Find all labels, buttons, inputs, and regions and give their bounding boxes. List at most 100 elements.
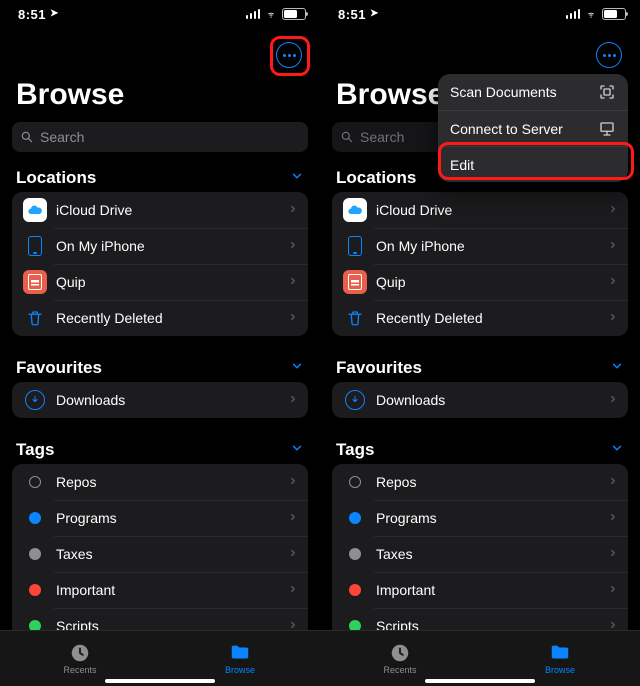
trash-icon <box>342 309 368 327</box>
chevron-right-icon <box>288 310 298 326</box>
chevron-down-icon <box>290 440 304 460</box>
tab-bar: Recents Browse <box>320 630 640 686</box>
menu-scan-documents[interactable]: Scan Documents <box>438 74 628 110</box>
more-button[interactable] <box>276 42 302 68</box>
quip-icon <box>343 270 367 294</box>
scan-icon <box>598 83 616 101</box>
chevron-right-icon <box>608 510 618 526</box>
tab-bar: Recents Browse <box>0 630 320 686</box>
iphone-icon <box>28 236 42 256</box>
chevron-down-icon <box>290 168 304 188</box>
tag-repos[interactable]: Repos <box>12 464 308 500</box>
tab-recents[interactable]: Recents <box>320 631 480 686</box>
tag-scripts[interactable]: Scripts <box>12 608 308 630</box>
section-header-tags[interactable]: Tags <box>12 434 308 464</box>
server-icon <box>598 120 616 138</box>
tag-color-icon <box>29 512 41 524</box>
home-indicator <box>425 679 535 683</box>
tags-list: Repos Programs Taxes Important <box>332 464 628 630</box>
tag-important[interactable]: Important <box>12 572 308 608</box>
menu-edit[interactable]: Edit <box>438 146 628 182</box>
clock-icon <box>389 642 411 664</box>
wifi-icon <box>584 9 598 19</box>
more-button[interactable] <box>596 42 622 68</box>
chevron-down-icon <box>290 358 304 378</box>
favourites-list: Downloads <box>332 382 628 418</box>
location-icon: ➤ <box>50 8 59 19</box>
location-recently-deleted[interactable]: Recently Deleted <box>12 300 308 336</box>
battery-icon <box>282 8 306 20</box>
wifi-icon <box>264 9 278 19</box>
search-icon <box>20 130 34 144</box>
chevron-right-icon <box>608 202 618 218</box>
status-time: 8:51 <box>338 7 366 22</box>
tag-color-icon <box>349 548 361 560</box>
more-menu: Scan Documents Connect to Server Edit <box>438 74 628 182</box>
right-screenshot: 8:51 ➤ Scan Documents Connect to Server <box>320 0 640 686</box>
tag-important[interactable]: Important <box>332 572 628 608</box>
search-icon <box>340 130 354 144</box>
tag-scripts[interactable]: Scripts <box>332 608 628 630</box>
clock-icon <box>69 642 91 664</box>
location-icloud-drive[interactable]: iCloud Drive <box>332 192 628 228</box>
tab-recents[interactable]: Recents <box>0 631 160 686</box>
chevron-right-icon <box>288 510 298 526</box>
section-header-tags[interactable]: Tags <box>332 434 628 464</box>
download-icon <box>345 390 365 410</box>
location-on-my-iphone[interactable]: On My iPhone <box>332 228 628 264</box>
favourites-list: Downloads <box>12 382 308 418</box>
search-placeholder: Search <box>40 129 84 145</box>
favourite-downloads[interactable]: Downloads <box>12 382 308 418</box>
status-time: 8:51 <box>18 7 46 22</box>
cellular-icon <box>566 9 581 19</box>
chevron-right-icon <box>608 474 618 490</box>
search-placeholder: Search <box>360 129 404 145</box>
section-header-locations[interactable]: Locations <box>12 162 308 192</box>
location-recently-deleted[interactable]: Recently Deleted <box>332 300 628 336</box>
favourite-downloads[interactable]: Downloads <box>332 382 628 418</box>
folder-icon <box>228 642 252 664</box>
chevron-right-icon <box>288 392 298 408</box>
menu-connect-server[interactable]: Connect to Server <box>438 110 628 146</box>
battery-icon <box>602 8 626 20</box>
tag-taxes[interactable]: Taxes <box>12 536 308 572</box>
chevron-right-icon <box>288 274 298 290</box>
left-screenshot: 8:51 ➤ Browse Search Locations <box>0 0 320 686</box>
page-title: Browse <box>0 24 320 118</box>
tag-repos[interactable]: Repos <box>332 464 628 500</box>
trash-icon <box>22 309 48 327</box>
chevron-right-icon <box>608 310 618 326</box>
location-on-my-iphone[interactable]: On My iPhone <box>12 228 308 264</box>
tab-browse[interactable]: Browse <box>160 631 320 686</box>
ellipsis-icon <box>283 54 296 57</box>
status-bar: 8:51 ➤ <box>320 0 640 24</box>
chevron-right-icon <box>608 274 618 290</box>
location-quip[interactable]: Quip <box>332 264 628 300</box>
section-header-favourites[interactable]: Favourites <box>332 352 628 382</box>
chevron-right-icon <box>288 618 298 630</box>
chevron-right-icon <box>288 474 298 490</box>
icloud-icon <box>23 198 47 222</box>
tag-programs[interactable]: Programs <box>332 500 628 536</box>
search-field[interactable]: Search <box>12 122 308 152</box>
location-quip[interactable]: Quip <box>12 264 308 300</box>
quip-icon <box>23 270 47 294</box>
chevron-down-icon <box>610 440 624 460</box>
home-indicator <box>105 679 215 683</box>
tag-color-icon <box>349 620 361 630</box>
location-icloud-drive[interactable]: iCloud Drive <box>12 192 308 228</box>
cellular-icon <box>246 9 261 19</box>
tab-browse[interactable]: Browse <box>480 631 640 686</box>
ellipsis-icon <box>603 54 616 57</box>
chevron-right-icon <box>288 582 298 598</box>
tag-color-icon <box>29 620 41 630</box>
status-bar: 8:51 ➤ <box>0 0 320 24</box>
location-icon: ➤ <box>370 8 379 19</box>
chevron-down-icon <box>610 358 624 378</box>
folder-icon <box>548 642 572 664</box>
chevron-right-icon <box>288 238 298 254</box>
section-header-favourites[interactable]: Favourites <box>12 352 308 382</box>
tag-programs[interactable]: Programs <box>12 500 308 536</box>
tag-taxes[interactable]: Taxes <box>332 536 628 572</box>
icloud-icon <box>343 198 367 222</box>
